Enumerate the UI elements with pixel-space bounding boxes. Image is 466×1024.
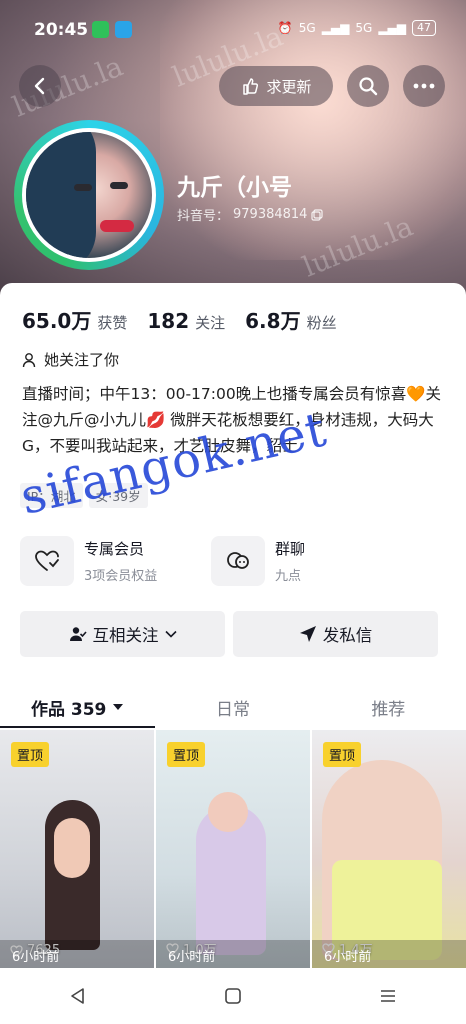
following-stat[interactable]: 182 关注 xyxy=(147,309,225,333)
tab-daily[interactable]: 日常 xyxy=(155,687,310,727)
telegram-icon xyxy=(115,21,132,38)
more-dots-icon xyxy=(413,83,435,89)
tab-recommend-label: 推荐 xyxy=(371,699,406,720)
video-time-bar: 6小时前 xyxy=(0,940,154,970)
douyin-id-label: 抖音号： xyxy=(177,209,230,224)
stat-value: 65.0万 xyxy=(22,309,92,333)
tab-daily-label: 日常 xyxy=(215,699,250,720)
mutual-follow-button[interactable]: 互相关注 xyxy=(20,611,225,657)
mutual-follow-label: 互相关注 xyxy=(92,626,159,645)
triangle-back-icon xyxy=(70,988,84,1004)
likes-stat[interactable]: 65.0万 获赞 xyxy=(22,305,127,334)
douyin-id[interactable]: 抖音号： 979384814 xyxy=(177,205,324,224)
menu-lines-icon xyxy=(381,990,396,1002)
followers-stat[interactable]: 6.8万 粉丝 xyxy=(245,305,336,334)
signal-label-2: 5G xyxy=(355,21,373,35)
battery-icon: 47 xyxy=(412,20,436,36)
user-icon xyxy=(22,352,36,367)
exclusive-membership-card[interactable]: 专属会员 3项会员权益 xyxy=(20,531,157,591)
copy-icon xyxy=(311,208,324,221)
more-button[interactable] xyxy=(403,65,445,107)
signal-label-1: 5G xyxy=(298,21,316,35)
signal-icon: ▂▄▆ xyxy=(378,21,406,35)
tab-works-label: 作品 359 xyxy=(30,699,107,720)
avatar[interactable] xyxy=(14,120,164,270)
group-chat-icon-box xyxy=(211,536,265,586)
chevron-left-icon xyxy=(34,77,45,95)
pinned-badge: 置顶 xyxy=(167,742,206,767)
video-time-bar: 6小时前 xyxy=(156,940,310,970)
search-icon xyxy=(359,77,378,96)
send-message-button[interactable]: 发私信 xyxy=(233,611,438,657)
douyin-id-value: 979384814 xyxy=(233,207,308,222)
stat-label: 关注 xyxy=(195,314,226,332)
status-time: 20:45 xyxy=(34,20,89,40)
request-update-button[interactable]: 求更新 xyxy=(219,66,333,106)
pinned-badge: 置顶 xyxy=(11,742,50,767)
nav-recents-button[interactable] xyxy=(368,976,408,1016)
content-tabs: 作品 359 日常 推荐 xyxy=(0,687,466,727)
avatar-photo xyxy=(22,128,156,262)
nav-back-button[interactable] xyxy=(58,976,98,1016)
membership-subtitle: 3项会员权益 xyxy=(84,569,158,584)
heart-check-icon xyxy=(35,550,59,571)
video-thumbnail[interactable]: 置顶 7625 6小时前 xyxy=(0,730,154,970)
back-button[interactable] xyxy=(19,65,61,107)
stat-value: 6.8万 xyxy=(245,309,301,333)
user-check-icon xyxy=(69,627,87,641)
stat-label: 粉丝 xyxy=(306,314,337,332)
signal-icon: ▂▄▆ xyxy=(321,21,350,35)
alarm-icon: ⏰ xyxy=(277,21,293,35)
video-time: 6小时前 xyxy=(168,950,216,965)
home-square-icon xyxy=(225,988,241,1004)
video-thumbnail[interactable]: 置顶 1.0万 6小时前 xyxy=(156,730,310,970)
request-update-label: 求更新 xyxy=(266,77,312,96)
wechat-icon xyxy=(92,21,109,38)
status-bar: 20:45 ⏰ 5G ▂▄▆ 5G ▂▄▆ 47 xyxy=(0,0,466,60)
membership-icon-box xyxy=(20,536,74,586)
search-button[interactable] xyxy=(347,65,389,107)
caret-down-icon xyxy=(113,704,124,710)
group-chat-subtitle: 九点 xyxy=(275,569,302,584)
video-time: 6小时前 xyxy=(12,950,60,965)
video-time: 6小时前 xyxy=(324,950,372,965)
profile-content: 65.0万 获赞 182 关注 6.8万 粉丝 她关注了你 直播时间；中午13：… xyxy=(0,283,466,973)
membership-title: 专属会员 xyxy=(84,540,145,558)
stat-value: 182 xyxy=(147,309,190,333)
profile-stats: 65.0万 获赞 182 关注 6.8万 粉丝 xyxy=(22,305,337,334)
video-time-bar: 6小时前 xyxy=(312,940,466,970)
pinned-badge: 置顶 xyxy=(323,742,362,767)
group-chat-card[interactable]: 群聊 九点 xyxy=(211,531,305,591)
hand-pointer-icon xyxy=(243,78,259,95)
active-tab-indicator xyxy=(0,726,155,728)
video-thumbnail[interactable]: 置顶 1.4万 6小时前 xyxy=(312,730,466,970)
nav-home-button[interactable] xyxy=(213,976,253,1016)
profile-name: 九斤（小号 xyxy=(177,175,292,201)
follows-you-indicator: 她关注了你 xyxy=(22,349,119,370)
chat-bubbles-icon xyxy=(227,552,249,569)
tab-works[interactable]: 作品 359 xyxy=(0,687,155,727)
stat-label: 获赞 xyxy=(97,314,128,332)
tab-recommend[interactable]: 推荐 xyxy=(311,687,466,727)
follows-you-text: 她关注了你 xyxy=(44,351,120,369)
send-message-label: 发私信 xyxy=(322,626,373,645)
send-icon xyxy=(299,626,316,642)
notification-icons xyxy=(92,21,132,38)
chevron-down-icon xyxy=(164,630,177,638)
status-indicators: ⏰ 5G ▂▄▆ 5G ▂▄▆ 47 xyxy=(278,20,436,36)
group-chat-title: 群聊 xyxy=(275,540,306,558)
video-grid: 置顶 7625 6小时前 置顶 1.0万 6小时前 置顶 1.4万 6小时前 xyxy=(0,730,466,970)
system-nav-bar xyxy=(0,968,466,1024)
